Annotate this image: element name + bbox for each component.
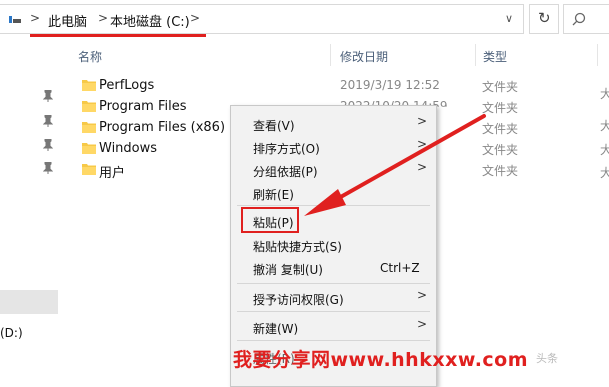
annotation-arrow-icon	[304, 114, 486, 216]
watermark-faint: 头条	[536, 352, 558, 365]
watermark: 我要分享网www.hhkxxw.com	[233, 349, 529, 371]
